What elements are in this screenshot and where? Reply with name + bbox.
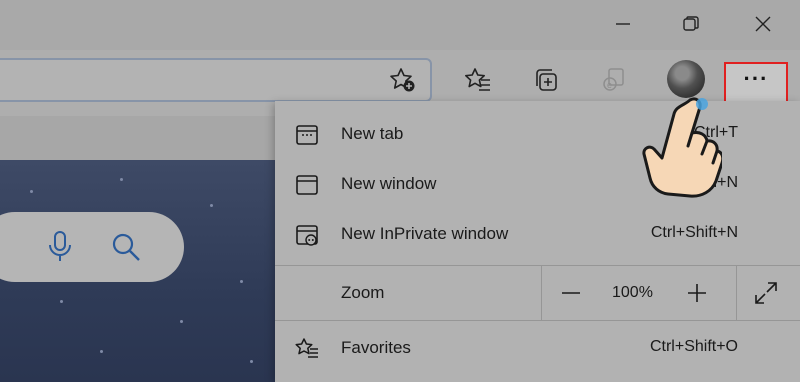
new-tab-icon	[296, 125, 318, 145]
menu-item-favorites[interactable]: Favorites Ctrl+Shift+O	[275, 324, 800, 374]
settings-and-more-button[interactable]: ···	[724, 62, 788, 104]
restore-icon	[683, 16, 699, 31]
zoom-row: Zoom 100%	[275, 266, 800, 320]
minimize-button[interactable]	[600, 8, 646, 40]
favorites-icon	[465, 68, 490, 91]
add-favorite-button[interactable]	[385, 62, 421, 98]
menu-item-label: Favorites	[341, 338, 411, 357]
profile-avatar[interactable]	[667, 60, 705, 98]
zoom-controls: 100%	[541, 266, 737, 320]
restore-button[interactable]	[668, 8, 714, 40]
more-icon: ···	[743, 66, 769, 91]
zoom-value: 100%	[612, 284, 653, 301]
menu-item-shortcut: Ctrl+Shift+N	[650, 224, 738, 241]
collections-button[interactable]	[528, 62, 564, 98]
close-button[interactable]	[740, 8, 786, 40]
plus-icon	[688, 284, 706, 302]
menu-divider	[275, 320, 800, 321]
add-favorite-icon	[390, 68, 415, 92]
internet-explorer-icon: e	[603, 68, 624, 91]
ie-mode-button[interactable]: e	[596, 62, 632, 98]
microphone-icon	[49, 231, 71, 261]
menu-item-label: New window	[341, 174, 437, 193]
new-window-icon	[296, 175, 318, 195]
minimize-icon	[616, 23, 630, 25]
svg-text:e: e	[607, 80, 612, 90]
menu-item-shortcut: Ctrl+Shift+O	[649, 338, 738, 355]
address-bar[interactable]	[0, 58, 432, 102]
close-icon	[755, 16, 771, 32]
voice-search-button[interactable]	[42, 229, 78, 265]
zoom-label: Zoom	[341, 283, 385, 302]
favorites-button[interactable]	[460, 62, 496, 98]
inprivate-icon	[296, 225, 318, 246]
search-box[interactable]	[0, 212, 184, 282]
minus-icon	[562, 292, 580, 294]
menu-item-new-inprivate-window[interactable]: New InPrivate window Ctrl+Shift+N	[275, 210, 800, 260]
fullscreen-button[interactable]	[751, 278, 781, 308]
search-icon	[112, 233, 140, 261]
zoom-out-button[interactable]	[556, 278, 586, 308]
pointing-hand-icon	[642, 97, 722, 198]
menu-item-label: New tab	[341, 124, 404, 143]
menu-item-label: New InPrivate window	[341, 224, 509, 243]
search-submit-button[interactable]	[108, 229, 144, 265]
title-bar	[0, 0, 800, 50]
collections-icon	[536, 69, 557, 91]
favorites-icon	[295, 338, 318, 358]
fullscreen-icon	[755, 282, 777, 304]
zoom-in-button[interactable]	[682, 278, 712, 308]
